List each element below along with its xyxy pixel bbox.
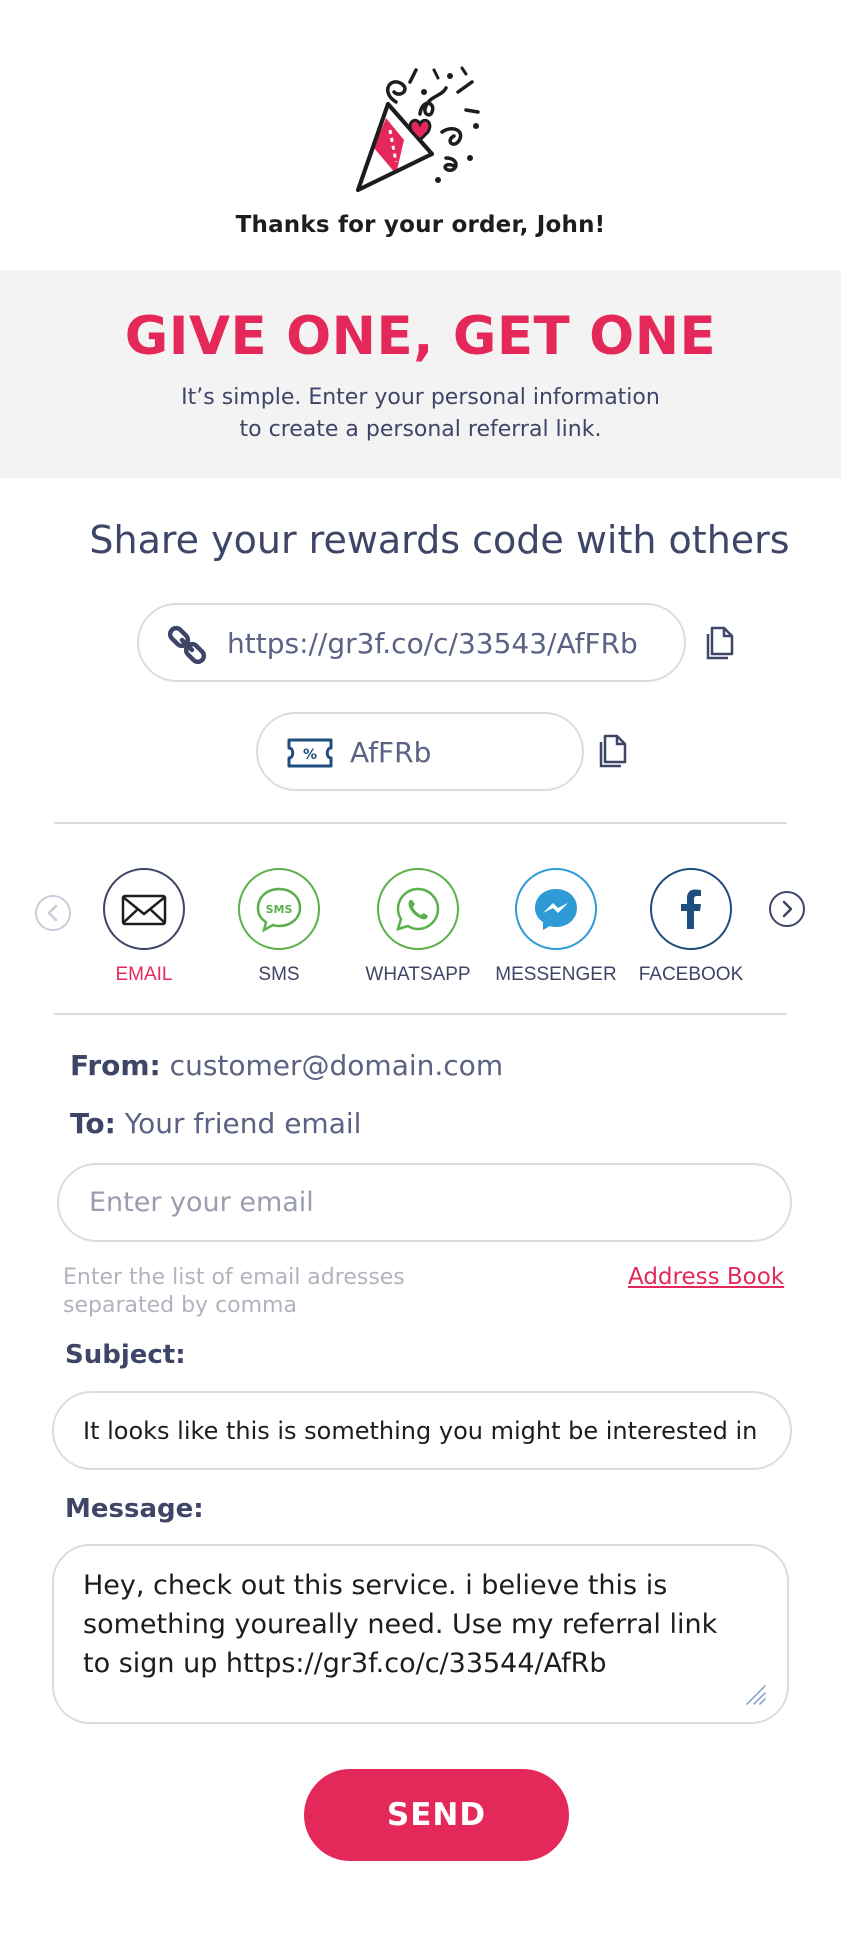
referral-code-field[interactable]: % AfFRb	[256, 712, 584, 791]
link-icon	[167, 625, 207, 665]
from-row: From: customer@domain.com	[70, 1049, 503, 1082]
carousel-next-button[interactable]	[769, 891, 805, 927]
channel-facebook-label: FACEBOOK	[638, 964, 744, 985]
order-confirmation-header: Thanks for your order, John!	[0, 0, 841, 270]
channel-whatsapp[interactable]: WHATSAPP	[353, 866, 483, 996]
channel-facebook[interactable]: FACEBOOK	[626, 866, 756, 996]
messenger-icon	[535, 889, 577, 930]
facebook-icon	[681, 889, 701, 929]
from-label: From:	[70, 1049, 161, 1082]
address-book-link[interactable]: Address Book	[628, 1264, 784, 1290]
promo-subtitle-line: It’s simple. Enter your personal informa…	[181, 385, 660, 410]
carousel-prev-button[interactable]	[35, 895, 71, 931]
message-label: Message:	[65, 1494, 204, 1524]
promo-subtitle: It’s simple. Enter your personal informa…	[0, 382, 841, 446]
channel-facebook-circle	[650, 868, 732, 950]
channel-messenger-circle	[515, 868, 597, 950]
chevron-right-icon	[782, 900, 793, 918]
subject-value: It looks like this is something you migh…	[83, 1417, 758, 1445]
channel-email-circle	[103, 868, 185, 950]
channel-sms[interactable]: SMS SMS	[214, 866, 344, 996]
coupon-icon: %	[287, 738, 333, 768]
referral-link-field[interactable]: https://gr3f.co/c/33543/AfFRb	[137, 603, 686, 682]
promo-banner: GIVE ONE, GET ONE It’s simple. Enter you…	[0, 270, 841, 478]
channel-email[interactable]: EMAIL	[79, 866, 209, 996]
send-button[interactable]: SEND	[304, 1769, 569, 1861]
copy-link-icon[interactable]	[702, 624, 736, 662]
party-popper-icon	[356, 66, 480, 192]
recipient-email-input[interactable]: Enter your email	[57, 1163, 792, 1242]
channel-whatsapp-circle	[377, 868, 459, 950]
resize-handle-icon[interactable]	[745, 1684, 767, 1706]
svg-text:SMS: SMS	[266, 903, 293, 916]
sms-icon: SMS	[256, 887, 302, 933]
divider	[54, 1013, 787, 1015]
svg-text:%: %	[303, 747, 317, 763]
copy-code-icon[interactable]	[595, 732, 629, 770]
subject-label: Subject:	[65, 1340, 186, 1370]
subject-input[interactable]: It looks like this is something you migh…	[52, 1391, 792, 1470]
message-value: Hey, check out this service. i believe t…	[83, 1570, 718, 1679]
referral-link-value: https://gr3f.co/c/33543/AfFRb	[227, 627, 638, 660]
divider	[54, 822, 787, 824]
whatsapp-icon	[396, 887, 440, 931]
to-label: To:	[70, 1107, 116, 1140]
promo-title: GIVE ONE, GET ONE	[124, 306, 717, 367]
chevron-left-icon	[47, 904, 58, 922]
channel-sms-circle: SMS	[238, 868, 320, 950]
promo-subtitle-line: to create a personal referral link.	[239, 417, 602, 442]
from-value: customer@domain.com	[169, 1049, 504, 1082]
envelope-icon	[121, 894, 167, 926]
thanks-message: Thanks for your order, John!	[235, 212, 606, 238]
to-value: Your friend email	[124, 1107, 362, 1140]
message-textarea[interactable]: Hey, check out this service. i believe t…	[52, 1544, 789, 1724]
to-row: To: Your friend email	[70, 1107, 361, 1140]
email-hint: Enter the list of email adresses separat…	[63, 1265, 405, 1318]
channel-messenger[interactable]: MESSENGER	[491, 866, 621, 996]
share-title: Share your rewards code with others	[89, 518, 790, 562]
referral-code-value: AfFRb	[350, 736, 432, 769]
recipient-email-placeholder: Enter your email	[89, 1187, 314, 1218]
